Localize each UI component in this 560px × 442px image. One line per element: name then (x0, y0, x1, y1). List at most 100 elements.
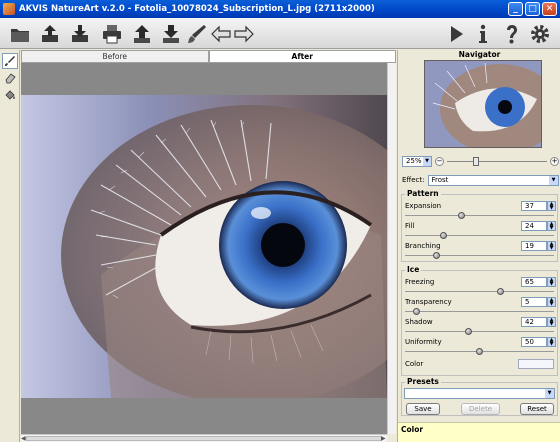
zoom-value: 25% (406, 157, 422, 165)
navigator-title: Navigator (458, 50, 501, 59)
tool-column (0, 50, 20, 442)
delete-preset-button[interactable]: Delete (461, 403, 500, 415)
app-icon (3, 3, 15, 15)
param-value-input[interactable]: 24 (521, 221, 547, 231)
close-button[interactable]: ✕ (542, 2, 557, 16)
slider-track (405, 291, 554, 292)
spin-buttons[interactable]: ▲ ▼ (547, 317, 556, 327)
view-tabs: Before After (21, 50, 396, 63)
brush-icon[interactable] (185, 22, 209, 46)
pattern-title: Pattern (405, 189, 441, 198)
param-freezing: Freezing 65 ▲ ▼ (404, 277, 556, 297)
share-icon[interactable] (130, 22, 154, 46)
navigator-thumbnail[interactable] (424, 60, 542, 148)
scroll-right-icon[interactable]: ▶ (381, 435, 387, 442)
hint-title: Color (401, 425, 424, 434)
bucket-tool-icon[interactable] (2, 87, 18, 103)
toolbar (0, 18, 560, 49)
effect-select[interactable]: Frost ▼ (427, 174, 559, 186)
ice-group: Ice Freezing 65 ▲ ▼ Transparency 5 ▲ ▼ Sha… (401, 265, 558, 376)
window-title: AKVIS NatureArt v.2.0 - Fotolia_10078024… (19, 4, 375, 14)
slider-knob[interactable] (476, 348, 483, 355)
eraser-tool-icon[interactable] (2, 70, 18, 86)
spin-buttons[interactable]: ▲ ▼ (547, 241, 556, 251)
param-expansion: Expansion 37 ▲ ▼ (404, 201, 556, 221)
slider-track (405, 311, 554, 312)
upload-icon[interactable] (38, 22, 62, 46)
horizontal-scrollbar[interactable]: ◀ ▶ (21, 434, 387, 442)
title-bar: AKVIS NatureArt v.2.0 - Fotolia_10078024… (0, 0, 560, 18)
param-label: Uniformity (405, 338, 442, 346)
zoom-out-button[interactable]: − (435, 156, 444, 166)
scroll-thumb[interactable] (26, 436, 382, 441)
zoom-slider-track (447, 160, 547, 162)
minimize-button[interactable]: _ (508, 2, 523, 16)
pattern-group: Pattern Expansion 37 ▲ ▼ Fill 24 ▲ ▼ Branc… (401, 189, 558, 262)
zoom-slider-knob[interactable] (473, 156, 479, 166)
settings-icon[interactable] (528, 22, 552, 46)
param-value-input[interactable]: 42 (521, 317, 547, 327)
save-preset-button[interactable]: Save (406, 403, 440, 415)
slider-knob[interactable] (464, 328, 472, 335)
param-value-input[interactable]: 65 (521, 277, 547, 287)
redo-arrow-icon[interactable] (232, 22, 256, 46)
slider-track (405, 235, 554, 236)
effect-value: Frost (431, 176, 449, 184)
spin-buttons[interactable]: ▲ ▼ (547, 221, 556, 231)
param-value-input[interactable]: 5 (521, 297, 547, 307)
tab-before[interactable]: Before (21, 50, 209, 63)
slider-knob[interactable] (432, 252, 440, 259)
zoom-select[interactable]: 25% ▼ (402, 155, 432, 167)
presets-title: Presets (405, 377, 441, 386)
param-branching: Branching 19 ▲ ▼ (404, 241, 556, 261)
effect-label: Effect: (402, 176, 425, 184)
print-icon[interactable] (100, 22, 124, 46)
info-icon[interactable] (471, 22, 495, 46)
presets-select[interactable]: ▼ (404, 388, 555, 399)
download-icon[interactable] (159, 22, 183, 46)
reset-button[interactable]: Reset (520, 403, 554, 415)
vertical-scrollbar[interactable] (387, 63, 396, 434)
color-swatch[interactable] (518, 359, 554, 369)
slider-track (405, 255, 554, 256)
brush-tool-icon[interactable] (2, 53, 18, 69)
open-icon[interactable] (8, 22, 32, 46)
slider-knob[interactable] (457, 212, 465, 219)
slider-knob[interactable] (497, 288, 504, 295)
param-label: Fill (405, 222, 415, 230)
run-icon[interactable] (444, 22, 468, 46)
chevron-down-icon: ▼ (423, 156, 431, 166)
param-transparency: Transparency 5 ▲ ▼ (404, 297, 556, 317)
slider-knob[interactable] (413, 308, 420, 315)
spin-buttons[interactable]: ▲ ▼ (547, 337, 556, 347)
param-label: Transparency (405, 298, 452, 306)
slider-track (405, 215, 554, 216)
save-icon[interactable] (68, 22, 92, 46)
help-icon[interactable] (500, 22, 524, 46)
param-value-input[interactable]: 37 (521, 201, 547, 211)
param-label: Branching (405, 242, 441, 250)
hint-panel: Color (398, 422, 560, 442)
param-fill: Fill 24 ▲ ▼ (404, 221, 556, 241)
tab-after[interactable]: After (208, 50, 396, 63)
spin-buttons[interactable]: ▲ ▼ (547, 297, 556, 307)
param-label: Freezing (405, 278, 435, 286)
image-canvas[interactable] (21, 63, 387, 434)
param-label: Color (405, 360, 424, 368)
chevron-down-icon: ▼ (545, 389, 554, 398)
spin-buttons[interactable]: ▲ ▼ (547, 277, 556, 287)
param-label: Expansion (405, 202, 442, 210)
zoom-controls: 25% ▼ − + (402, 155, 559, 167)
spin-buttons[interactable]: ▲ ▼ (547, 201, 556, 211)
param-label: Shadow (405, 318, 433, 326)
ice-title: Ice (405, 265, 422, 274)
slider-track (405, 331, 554, 332)
param-value-input[interactable]: 19 (521, 241, 547, 251)
maximize-button[interactable]: □ (525, 2, 540, 16)
zoom-slider[interactable] (447, 156, 547, 166)
slider-knob[interactable] (439, 232, 447, 239)
zoom-in-button[interactable]: + (550, 156, 559, 166)
eye-photo (21, 95, 387, 398)
undo-arrow-icon[interactable] (209, 22, 233, 46)
param-value-input[interactable]: 50 (521, 337, 547, 347)
